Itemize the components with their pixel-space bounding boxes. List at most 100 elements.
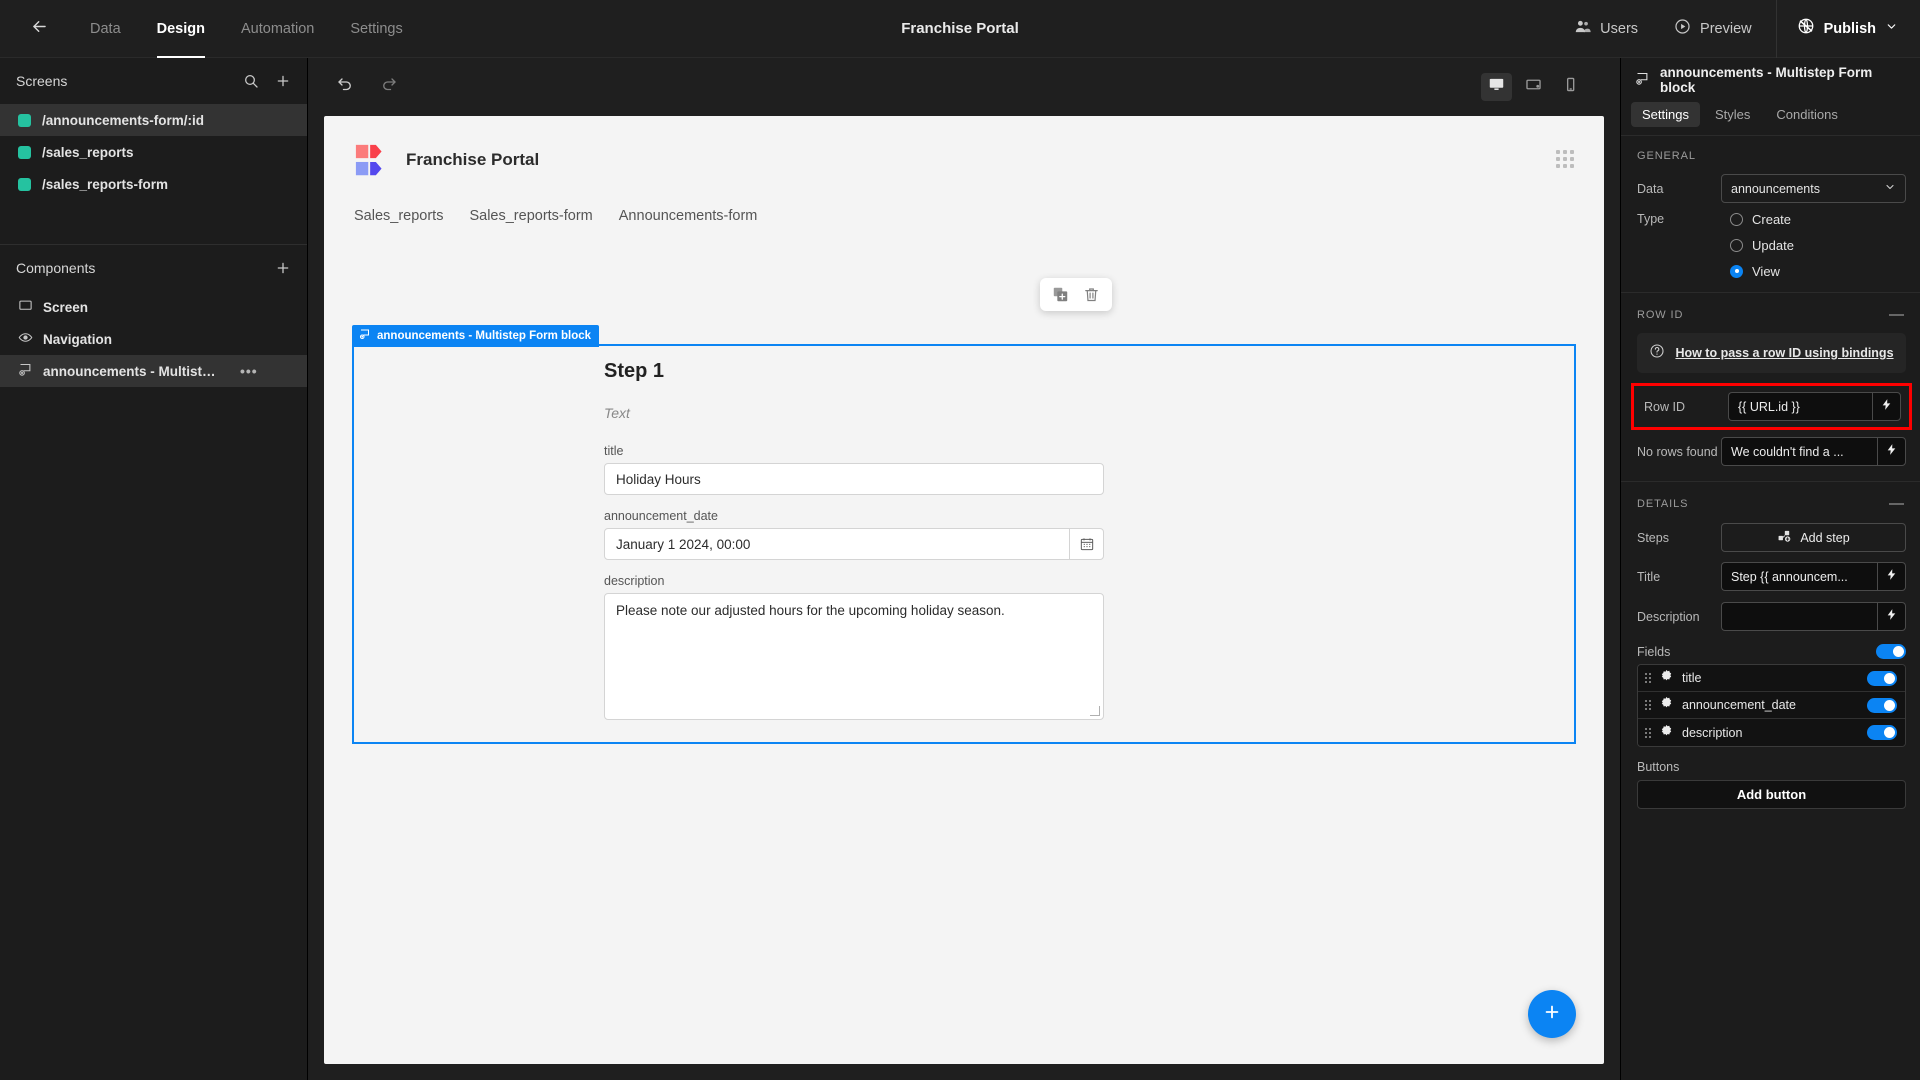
sidebar-item-sales-reports[interactable]: /sales_reports <box>0 136 307 168</box>
field-label-title: title <box>604 444 624 458</box>
title-input[interactable]: Step {{ announcem... <box>1721 562 1877 591</box>
tab-conditions[interactable]: Conditions <box>1765 102 1848 127</box>
chevron-down-icon <box>1884 181 1896 196</box>
nav-link-announcements-form[interactable]: Announcements-form <box>619 208 758 224</box>
radio-view[interactable] <box>1730 264 1743 278</box>
tab-design[interactable]: Design <box>139 0 223 58</box>
gear-icon[interactable] <box>1660 696 1673 714</box>
component-label: Screen <box>43 299 89 315</box>
field-row-announcement-date[interactable]: announcement_date <box>1638 692 1905 719</box>
form-block-icon <box>359 328 371 343</box>
field-toggle-title[interactable] <box>1867 670 1897 686</box>
undo-icon <box>336 76 354 99</box>
radio-label-view[interactable]: View <box>1752 264 1780 279</box>
add-screen-icon[interactable] <box>275 73 291 89</box>
device-preview-group <box>1481 73 1586 101</box>
row-description: Description <box>1621 599 1920 634</box>
add-button-button[interactable]: Add button <box>1637 780 1906 809</box>
add-component-icon[interactable] <box>275 260 291 276</box>
add-step-button[interactable]: Add step <box>1721 523 1906 552</box>
undo-button[interactable] <box>330 72 360 102</box>
rowid-input[interactable]: {{ URL.id }} <box>1728 392 1872 421</box>
redo-button[interactable] <box>374 72 404 102</box>
left-sidebar: Screens /announcements-form/:id /sales_r… <box>0 58 308 1080</box>
radio-update[interactable] <box>1730 238 1743 252</box>
data-select[interactable]: announcements <box>1721 174 1906 203</box>
rowid-help-link[interactable]: How to pass a row ID using bindings <box>1675 346 1893 360</box>
users-button[interactable]: Users <box>1556 0 1656 58</box>
search-icon[interactable] <box>243 73 259 89</box>
radio-label-create[interactable]: Create <box>1752 212 1791 227</box>
device-mobile-button[interactable] <box>1555 73 1586 101</box>
delete-icon[interactable] <box>1083 286 1100 303</box>
block-float-toolbar <box>1040 278 1112 311</box>
users-label: Users <box>1600 20 1639 37</box>
tab-data[interactable]: Data <box>72 0 139 58</box>
tab-settings[interactable]: Settings <box>332 0 420 58</box>
field-toggle-announcement-date[interactable] <box>1867 697 1897 713</box>
component-more-menu[interactable]: ••• <box>240 363 258 379</box>
lightning-icon <box>1885 568 1898 586</box>
row-no-rows-found: No rows found We couldn't find a ... <box>1621 434 1920 469</box>
panel-tabs: Settings Styles Conditions <box>1621 102 1920 136</box>
description-input[interactable] <box>1721 602 1877 631</box>
component-item-multistep-form[interactable]: announcements - Multistep ... ••• <box>0 355 307 387</box>
gear-icon[interactable] <box>1660 724 1673 742</box>
title-binding-button[interactable] <box>1877 562 1906 591</box>
fields-toggle[interactable] <box>1876 644 1906 659</box>
fields-list: title announcement_date description <box>1637 664 1906 747</box>
screen-status-dot <box>18 177 31 191</box>
field-input-title[interactable]: Holiday Hours <box>604 463 1104 495</box>
radio-create[interactable] <box>1730 212 1743 226</box>
drag-grid-icon[interactable] <box>1556 150 1574 168</box>
field-row-description[interactable]: description <box>1638 719 1905 746</box>
collapse-details-button[interactable]: — <box>1889 496 1904 511</box>
panel-title-label: announcements - Multistep Form block <box>1660 65 1873 95</box>
duplicate-icon[interactable] <box>1052 286 1069 303</box>
back-button[interactable] <box>16 0 62 58</box>
device-tablet-button[interactable] <box>1518 73 1549 101</box>
nav-link-sales-reports-form[interactable]: Sales_reports-form <box>469 208 592 224</box>
description-binding-button[interactable] <box>1877 602 1906 631</box>
collapse-rowid-button[interactable]: — <box>1889 307 1904 322</box>
component-item-screen[interactable]: Screen <box>0 291 307 323</box>
drag-handle-icon[interactable] <box>1645 700 1651 710</box>
sidebar-item-sales-reports-form[interactable]: /sales_reports-form <box>0 168 307 200</box>
form-content: Step 1 Text title Holiday Hours announce… <box>604 360 1104 720</box>
components-list: Screen Navigation announcements - Multis… <box>0 291 307 393</box>
nav-link-sales-reports[interactable]: Sales_reports <box>354 208 443 224</box>
lightning-icon <box>1885 608 1898 626</box>
buttons-label: Buttons <box>1637 760 1680 774</box>
multistep-form-block[interactable]: Step 1 Text title Holiday Hours announce… <box>352 344 1576 744</box>
preview-button[interactable]: Preview <box>1656 0 1770 58</box>
field-value-title: Holiday Hours <box>616 471 701 487</box>
form-block-icon <box>1635 71 1650 89</box>
tab-settings[interactable]: Settings <box>1631 102 1700 127</box>
rowid-label: Row ID <box>1644 399 1685 414</box>
field-toggle-description[interactable] <box>1867 725 1897 740</box>
gear-icon[interactable] <box>1660 669 1673 687</box>
rowid-highlight-box: Row ID {{ URL.id }} <box>1631 383 1912 430</box>
screen-icon <box>18 298 33 316</box>
field-input-announcement-date[interactable]: January 1 2024, 00:00 <box>604 528 1104 560</box>
no-rows-input[interactable]: We couldn't find a ... <box>1721 437 1877 466</box>
tab-styles[interactable]: Styles <box>1704 102 1761 127</box>
component-item-navigation[interactable]: Navigation <box>0 323 307 355</box>
publish-button[interactable]: Publish <box>1783 0 1920 58</box>
title-label: Title <box>1637 569 1661 584</box>
publish-globe-icon <box>1797 17 1815 40</box>
drag-handle-icon[interactable] <box>1645 727 1651 738</box>
radio-label-update[interactable]: Update <box>1752 238 1794 253</box>
add-component-fab[interactable] <box>1528 990 1576 1038</box>
calendar-icon[interactable] <box>1069 529 1103 559</box>
row-title: Title Step {{ announcem... <box>1621 559 1920 594</box>
field-input-description[interactable]: Please note our adjusted hours for the u… <box>604 593 1104 720</box>
field-row-title[interactable]: title <box>1638 665 1905 692</box>
tab-automation[interactable]: Automation <box>223 0 332 58</box>
device-desktop-button[interactable] <box>1481 73 1512 101</box>
rowid-help-box[interactable]: How to pass a row ID using bindings <box>1637 333 1906 373</box>
rowid-binding-button[interactable] <box>1872 392 1901 421</box>
drag-handle-icon[interactable] <box>1645 673 1651 683</box>
no-rows-binding-button[interactable] <box>1877 437 1906 466</box>
sidebar-item-announcements-form[interactable]: /announcements-form/:id <box>0 104 307 136</box>
